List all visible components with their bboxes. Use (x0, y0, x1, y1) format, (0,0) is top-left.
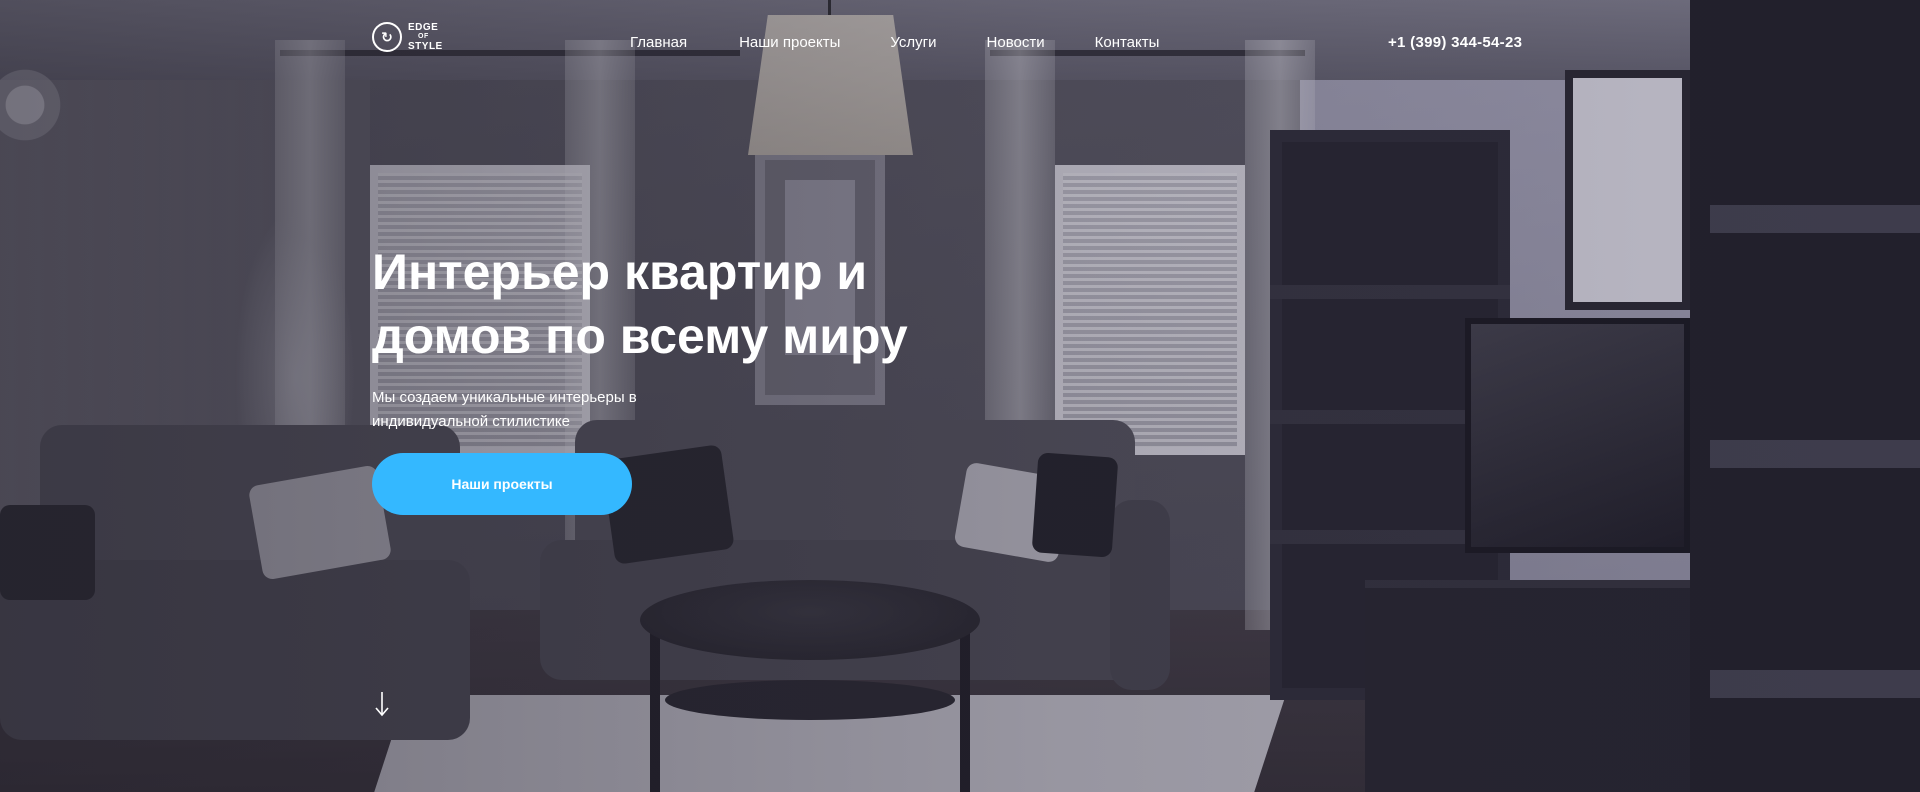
hero-subline: Мы создаем уникальные интерьеры в индиви… (372, 389, 637, 430)
nav-item-home[interactable]: Главная (630, 34, 687, 51)
logo-line-1: EDGE (408, 22, 439, 33)
main-nav: Главная Наши проекты Услуги Новости Конт… (630, 34, 1209, 51)
logo-mark-icon: ↻ (372, 22, 402, 52)
nav-item-news[interactable]: Новости (987, 34, 1045, 51)
arrow-down-icon[interactable] (374, 690, 390, 718)
our-projects-button[interactable]: Наши проекты (372, 453, 632, 515)
logo-line-3: STYLE (408, 41, 443, 52)
site-logo[interactable]: ↻ EDGE OF STYLE (372, 22, 443, 52)
phone-link[interactable]: +1 (399) 344-54-23 (1388, 34, 1522, 51)
nav-item-projects[interactable]: Наши проекты (739, 34, 840, 51)
hero-headline: Интерьер квартир и домов по всему миру (372, 244, 908, 364)
hero-section: ↻ EDGE OF STYLE Главная Наши проекты Усл… (0, 0, 1920, 792)
background-interior-image (0, 0, 1920, 792)
logo-wordmark: EDGE OF STYLE (408, 22, 443, 52)
site-header: ↻ EDGE OF STYLE Главная Наши проекты Усл… (0, 0, 1920, 88)
nav-item-services[interactable]: Услуги (890, 34, 936, 51)
nav-item-contacts[interactable]: Контакты (1095, 34, 1160, 51)
logo-line-2: OF (418, 33, 429, 40)
